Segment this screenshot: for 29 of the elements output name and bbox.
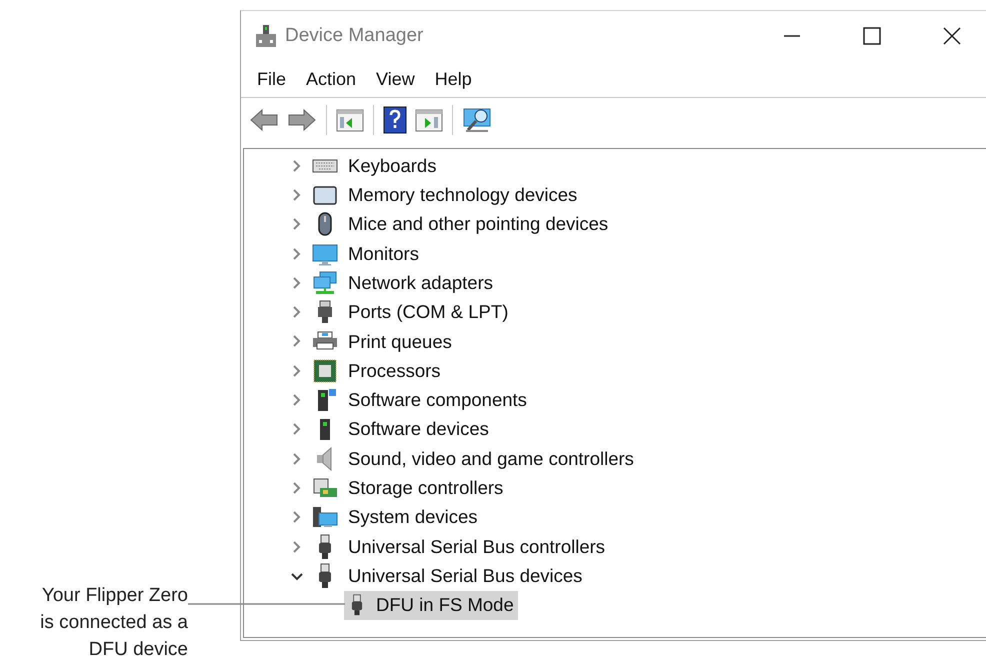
- tree-item[interactable]: Ports (COM & LPT): [346, 296, 510, 328]
- device-icon: [255, 24, 277, 48]
- tree-item[interactable]: Sound, video and game controllers: [346, 442, 636, 474]
- tree-item[interactable]: Print queues: [346, 326, 454, 358]
- help-button[interactable]: [381, 104, 409, 136]
- close-icon: [943, 27, 961, 45]
- tree-item[interactable]: Keyboards: [346, 150, 438, 182]
- tree-item[interactable]: Universal Serial Bus devices: [346, 560, 584, 592]
- tree-item[interactable]: Network adapters: [346, 266, 495, 299]
- menu-item[interactable]: Action: [296, 64, 366, 94]
- tree-item[interactable]: Memory technology devices: [346, 179, 580, 211]
- tree-item[interactable]: Monitors: [346, 238, 421, 270]
- tree-item[interactable]: Universal Serial Bus controllers: [346, 530, 608, 562]
- tree-item[interactable]: DFU in FS Mode: [344, 590, 518, 620]
- tree-item[interactable]: System devices: [346, 501, 480, 534]
- maximize-icon: [863, 27, 881, 45]
- tree-item[interactable]: Software devices: [346, 413, 491, 446]
- annotation-text: Your Flipper Zero is connected as a DFU device: [40, 584, 188, 662]
- window-title: Device Manager: [285, 24, 424, 48]
- chip-icon: [312, 358, 338, 384]
- menu-item[interactable]: View: [366, 64, 425, 94]
- network-icon: [312, 270, 338, 296]
- minimize-icon: [783, 35, 801, 37]
- tree-item[interactable]: Storage controllers: [346, 472, 506, 504]
- tree-item[interactable]: Mice and other pointing devices: [346, 208, 610, 240]
- menu-item[interactable]: File: [247, 64, 296, 94]
- tree-item[interactable]: Processors: [346, 354, 443, 387]
- tree-item[interactable]: Software components: [346, 384, 529, 416]
- menu-item[interactable]: Help: [424, 64, 482, 94]
